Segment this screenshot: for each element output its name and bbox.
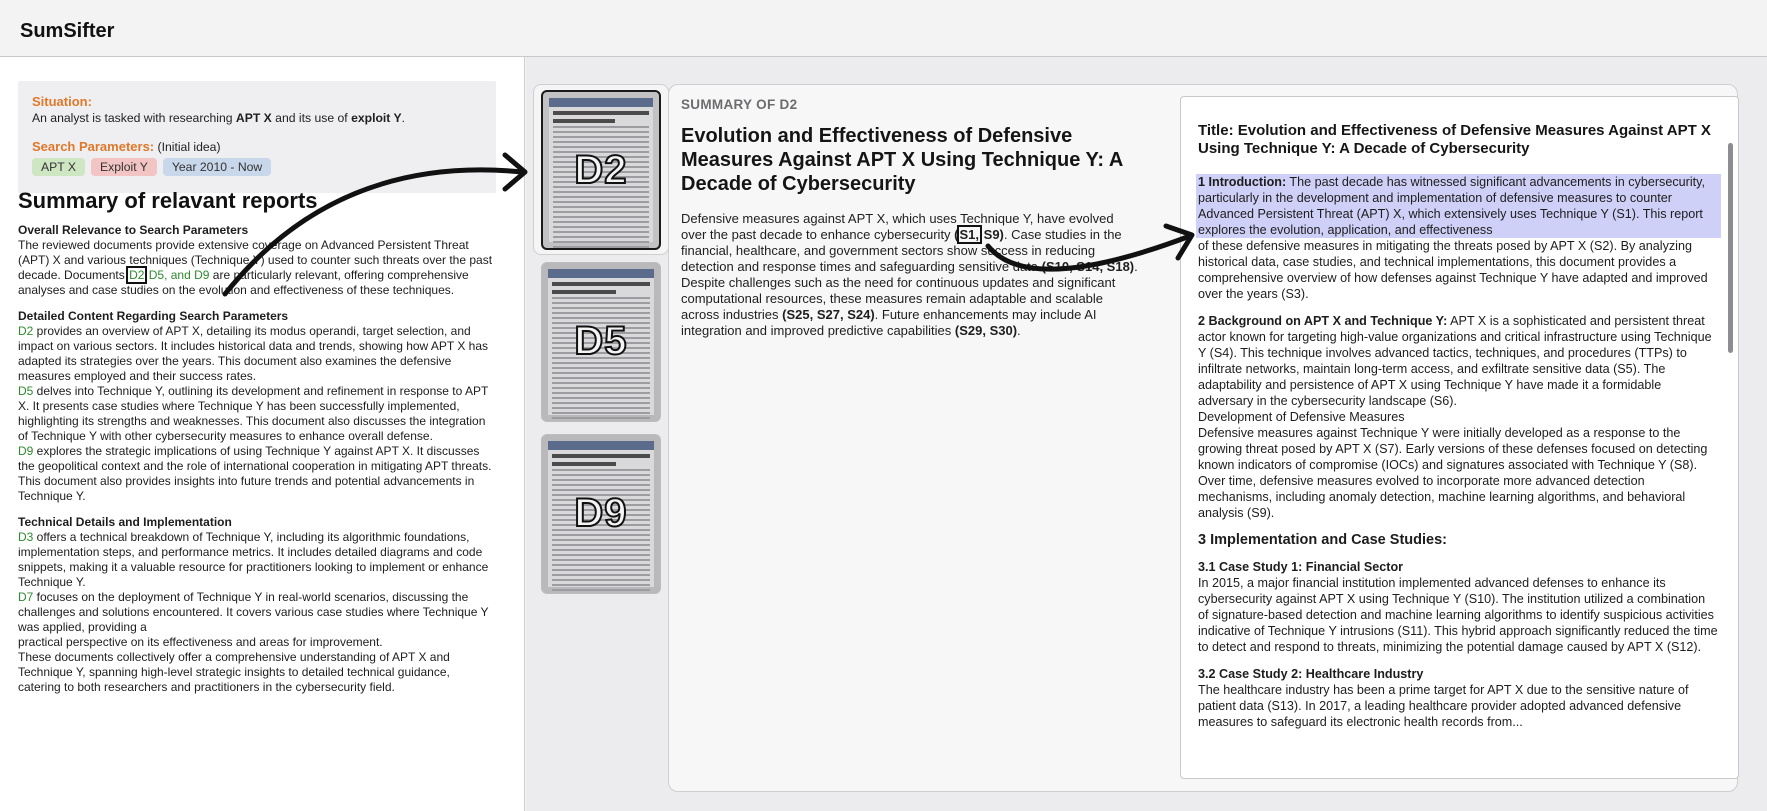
background-para: 2 Background on APT X and Technique Y: A…	[1198, 313, 1719, 409]
document-summary: Defensive measures against APT X, which …	[681, 211, 1141, 339]
chip-year-range[interactable]: Year 2010 - Now	[162, 158, 272, 176]
doc-link-d5[interactable]: D5	[18, 384, 33, 398]
citation-group-1[interactable]: (S1, S9)	[954, 225, 1004, 244]
search-params-note: (Initial idea)	[154, 140, 221, 154]
chip-apt-x[interactable]: APT X	[32, 158, 85, 176]
document-title: Evolution and Effectiveness of Defensive…	[681, 125, 1123, 195]
summary-section-technical: Technical Details and Implementation	[18, 515, 232, 529]
thumbnail-label-d5: D5	[573, 318, 628, 364]
citation-s1-boxed[interactable]: S1,	[956, 225, 982, 244]
situation-text-b: and its use of	[271, 111, 352, 125]
source-scrollbar[interactable]	[1728, 143, 1733, 353]
doc-links-d5-d9[interactable]: D5, and D9	[145, 268, 210, 282]
citation-group-3[interactable]: (S25, S27, S24)	[782, 307, 875, 322]
situation-text: An analyst is tasked with researching AP…	[32, 111, 482, 125]
doc-summary-e: .	[1017, 323, 1021, 338]
citation-group-2[interactable]: (S10, S14, S18)	[1042, 259, 1135, 274]
summary-d3-para: D3 offers a technical breakdown of Techn…	[18, 530, 494, 590]
summary-d7-para-cont: practical perspective on its effectivene…	[18, 635, 383, 649]
thumbnail-d9[interactable]: D9	[541, 434, 661, 594]
source-text-panel[interactable]: Title: Evolution and Effectiveness of De…	[1180, 96, 1739, 779]
d2-text: provides an overview of APT X, detailing…	[18, 324, 489, 383]
case-study-1-heading: 3.1 Case Study 1: Financial Sector	[1198, 560, 1404, 574]
case-study-2-heading: 3.2 Case Study 2: Healthcare Industry	[1198, 667, 1424, 681]
thumbnail-label-d9: D9	[573, 490, 628, 536]
summary-closing: These documents collectively offer a com…	[18, 650, 450, 694]
implementation-heading: 3 Implementation and Case Studies:	[1198, 532, 1447, 548]
development-line: Development of Defensive Measures	[1198, 410, 1405, 424]
left-pane: Situation: An analyst is tasked with res…	[0, 57, 525, 811]
param-chips: APT X Exploit Y Year 2010 - Now	[32, 158, 482, 176]
d9-text: explores the strategic implications of u…	[18, 444, 492, 503]
doc-link-d2-boxed[interactable]: D2	[126, 266, 148, 284]
thumbnail-label-d2: D2	[573, 147, 628, 193]
doc-link-d2[interactable]: D2	[18, 324, 33, 338]
development-text: Defensive measures against Technique Y w…	[1198, 426, 1708, 520]
summary-relevance-text: The reviewed documents provide extensive…	[18, 238, 494, 298]
summary-d2-para: D2 provides an overview of APT X, detail…	[18, 324, 494, 384]
d7-text: focuses on the deployment of Technique Y…	[18, 590, 489, 634]
situation-text-c: .	[401, 111, 406, 125]
intro-heading: 1 Introduction:	[1198, 175, 1287, 189]
case-study-1-text: In 2015, a major financial institution i…	[1198, 576, 1718, 654]
case-study-2-text: The healthcare industry has been a prime…	[1198, 683, 1689, 729]
situation-exploit: exploit Y	[351, 111, 402, 125]
situation-box: Situation: An analyst is tasked with res…	[18, 81, 496, 193]
situation-apt: APT X	[235, 111, 272, 125]
app-header: SumSifter	[0, 0, 1767, 57]
app-title: SumSifter	[20, 20, 115, 42]
cite1-rest: S9)	[980, 227, 1004, 242]
summary-body: Overall Relevance to Search Parameters T…	[18, 223, 494, 695]
summary-section-content: Detailed Content Regarding Search Parame…	[18, 309, 289, 323]
background-heading: 2 Background on APT X and Technique Y:	[1198, 314, 1448, 328]
cite1-open: (	[954, 227, 959, 242]
source-text-content: Title: Evolution and Effectiveness of De…	[1196, 122, 1721, 730]
source-title: Title: Evolution and Effectiveness of De…	[1198, 122, 1711, 157]
citation-group-4[interactable]: (S29, S30)	[955, 323, 1017, 338]
search-params-label: Search Parameters:	[32, 139, 155, 154]
summary-heading: Summary of relavant reports	[18, 188, 318, 213]
summary-d9-para: D9 explores the strategic implications o…	[18, 444, 494, 504]
intro-rest: of these defensive measures in mitigatin…	[1198, 239, 1708, 301]
doc-link-d7[interactable]: D7	[18, 590, 33, 604]
doc-link-d9[interactable]: D9	[18, 444, 33, 458]
chip-exploit-y[interactable]: Exploit Y	[91, 158, 157, 176]
background-text: APT X is a sophisticated and persistent …	[1198, 314, 1712, 408]
search-params: Search Parameters: (Initial idea)	[32, 139, 482, 154]
situation-text-a: An analyst is tasked with researching	[32, 111, 236, 125]
thumbnail-d5[interactable]: D5	[541, 262, 661, 422]
document-summary-kicker: SUMMARY OF D2	[681, 97, 798, 112]
summary-d5-para: D5 delves into Technique Y, outlining it…	[18, 384, 494, 444]
d5-text: delves into Technique Y, outlining its d…	[18, 384, 489, 443]
highlighted-sentence: 1 Introduction: The past decade has witn…	[1196, 174, 1721, 238]
summary-d7-para: D7 focuses on the deployment of Techniqu…	[18, 590, 494, 635]
situation-label: Situation:	[32, 94, 92, 109]
d3-text: offers a technical breakdown of Techniqu…	[18, 530, 489, 589]
doc-link-d3[interactable]: D3	[18, 530, 33, 544]
summary-section-relevance: Overall Relevance to Search Parameters	[18, 223, 249, 237]
thumbnail-d2[interactable]: D2	[541, 90, 661, 250]
